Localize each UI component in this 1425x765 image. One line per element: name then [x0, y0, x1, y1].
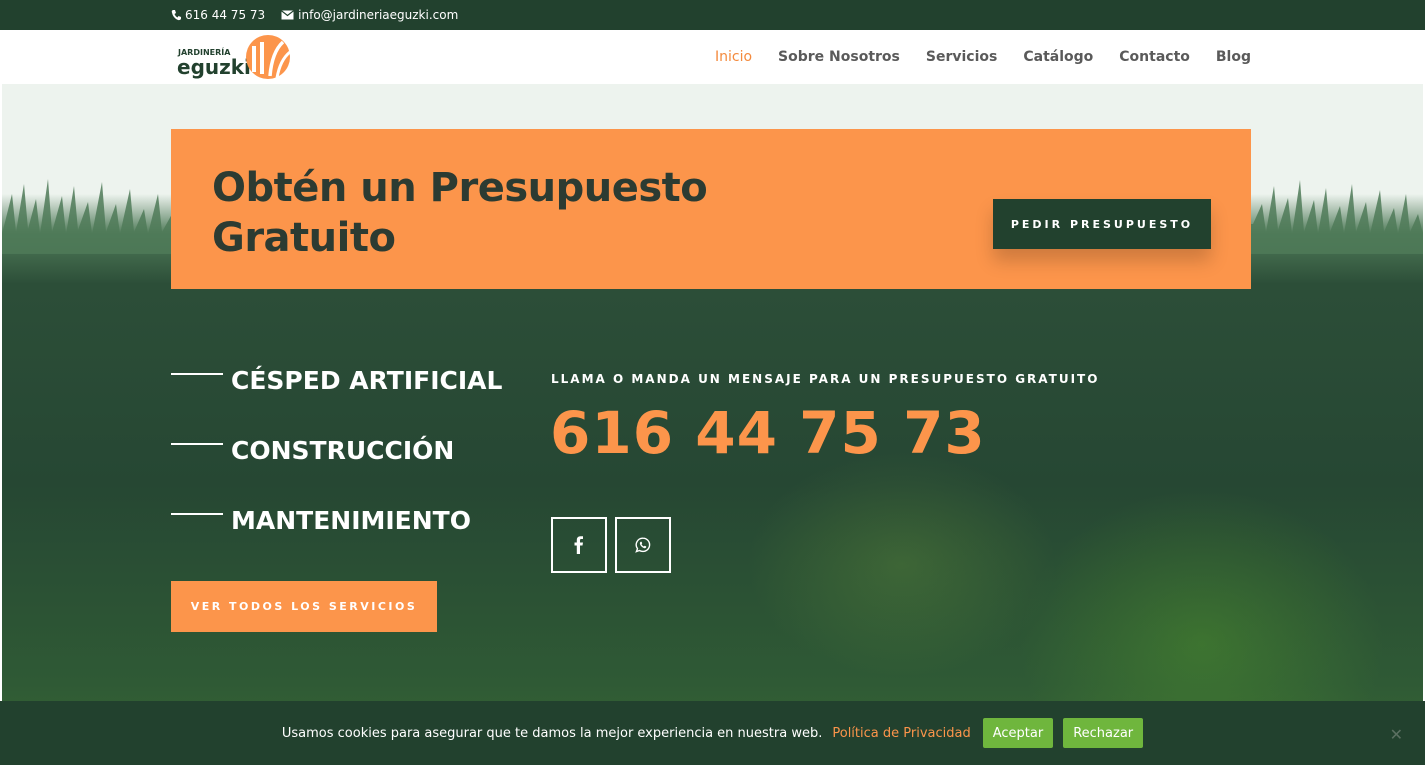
view-all-services-button[interactable]: VER TODOS LOS SERVICIOS: [171, 581, 437, 632]
service-item[interactable]: MANTENIMIENTO: [171, 506, 471, 535]
service-line-decoration: [171, 442, 223, 445]
nav-sobre-nosotros[interactable]: Sobre Nosotros: [778, 49, 900, 65]
accept-cookies-button[interactable]: Aceptar: [982, 718, 1054, 748]
nav-servicios[interactable]: Servicios: [926, 49, 997, 65]
quote-cta-box: Obtén un Presupuesto Gratuito PEDIR PRES…: [171, 129, 1251, 289]
service-label: MANTENIMIENTO: [231, 506, 471, 535]
service-line-decoration: [171, 372, 223, 375]
nav-catalogo[interactable]: Catálogo: [1023, 49, 1093, 65]
topbar-email[interactable]: info@jardineriaeguzki.com: [281, 8, 458, 22]
whatsapp-button[interactable]: [615, 517, 671, 573]
cta-title: Obtén un Presupuesto Gratuito: [212, 165, 708, 261]
topbar-phone-text: 616 44 75 73: [185, 8, 266, 22]
phone-icon: [171, 10, 181, 21]
topbar-phone[interactable]: 616 44 75 73: [171, 8, 265, 22]
cookie-bar: Usamos cookies para asegurar que te damo…: [0, 701, 1425, 765]
nav-inicio[interactable]: Inicio: [715, 49, 752, 65]
main-nav: Inicio Sobre Nosotros Servicios Catálogo…: [715, 30, 1251, 84]
service-label: CONSTRUCCIÓN: [231, 436, 455, 465]
site-logo[interactable]: JARDINERÍA eguzki: [177, 30, 297, 84]
facebook-button[interactable]: [551, 517, 607, 573]
whatsapp-icon: [635, 537, 651, 553]
call-label: LLAMA O MANDA UN MENSAJE PARA UN PRESUPU…: [551, 372, 1100, 386]
site-header: JARDINERÍA eguzki Inicio Sobre Nosotros …: [2, 30, 1423, 84]
service-item[interactable]: CÉSPED ARTIFICIAL: [171, 366, 502, 395]
cookie-message: Usamos cookies para asegurar que te damo…: [281, 725, 823, 741]
request-quote-button[interactable]: PEDIR PRESUPUESTO: [993, 199, 1211, 249]
topbar-email-text: info@jardineriaeguzki.com: [298, 8, 459, 22]
envelope-icon: [281, 10, 295, 20]
facebook-icon: [574, 536, 583, 554]
service-label: CÉSPED ARTIFICIAL: [231, 366, 503, 395]
close-icon[interactable]: ✕: [1390, 725, 1403, 744]
reject-cookies-button[interactable]: Rechazar: [1063, 718, 1144, 748]
top-bar: 616 44 75 73 info@jardineriaeguzki.com: [0, 0, 1425, 30]
nav-contacto[interactable]: Contacto: [1119, 49, 1190, 65]
nav-blog[interactable]: Blog: [1216, 49, 1251, 65]
sun-logo-icon: [246, 35, 291, 79]
service-line-decoration: [171, 512, 223, 515]
privacy-policy-link[interactable]: Política de Privacidad: [832, 726, 970, 741]
big-phone-number[interactable]: 616 44 75 73: [550, 398, 986, 468]
service-item[interactable]: CONSTRUCCIÓN: [171, 436, 454, 465]
logo-big-text: eguzki: [177, 55, 251, 79]
